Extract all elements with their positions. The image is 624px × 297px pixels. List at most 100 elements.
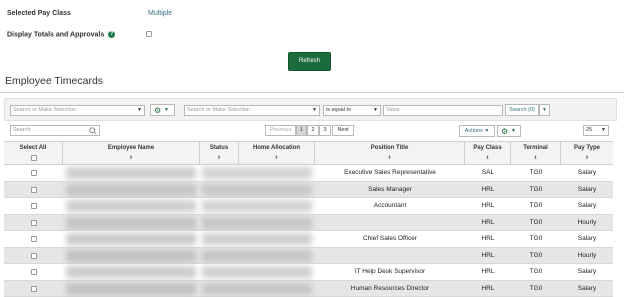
position-title-cell: Executive Sales Representative [344,169,436,176]
position-title-cell: IT Help Desk Supervisor [354,268,426,275]
operator-select[interactable]: is equal to ▼ [323,105,381,116]
pay-class-cell: HRL [481,284,495,292]
pay-type-cell: Salary [577,235,597,242]
pagination-page-2[interactable]: 2 [307,125,319,136]
pagination-page-3[interactable]: 3 [319,125,331,136]
status-allocation-redacted [202,233,312,245]
table-header: Select All Employee Name ⬍ Status ⬍ Home… [4,141,613,166]
header-home-allocation[interactable]: Home Allocation ⬍ [239,142,315,166]
pay-class-cell: HRL [481,268,495,275]
pay-type-cell: Hourly [577,251,597,259]
employee-name-redacted [66,266,196,278]
pay-class-value[interactable]: Multiple [148,10,172,17]
operator-value: is equal to [326,107,352,113]
field-placeholder: Search or Make Selection [187,107,250,113]
filter-bar: Search or Make Selection ▼ ⚙ ▼ Search or… [4,98,617,121]
table-row[interactable]: Accountant HRL TG0 Salary [4,198,613,215]
status-allocation-redacted [202,216,312,229]
table-settings-button[interactable]: ⚙ ▼ [497,125,521,137]
value-input[interactable]: Value [383,105,503,116]
header-employee-name[interactable]: Employee Name ⬍ [63,142,200,166]
sort-icon: ⬍ [128,155,134,161]
header-pay-type[interactable]: Pay Type ⬍ [561,142,613,166]
row-checkbox[interactable] [31,170,37,176]
position-title-cell: Accountant [373,202,407,209]
header-select-all[interactable]: Select All [4,142,63,166]
pay-type-cell: Salary [577,202,597,209]
sort-icon: ⬍ [485,155,490,161]
pagination-page-1[interactable]: 1 [296,125,307,136]
position-title-cell [315,248,465,264]
header-label: Terminal [523,145,548,151]
header-pay-class[interactable]: Pay Class ⬍ [465,142,511,166]
status-allocation-redacted [202,249,312,262]
pay-class-cell: HRL [481,235,495,242]
section-title: Employee Timecards [5,75,104,87]
gear-icon: ⚙ [154,106,162,115]
row-checkbox[interactable] [31,186,37,193]
row-checkbox[interactable] [31,219,37,226]
pagination-previous[interactable]: Previous [265,125,296,136]
actions-label: Actions [464,128,483,134]
row-checkbox[interactable] [31,236,37,242]
page-size-select[interactable]: 25 ▼ [583,125,609,136]
pay-class-cell: HRL [481,251,495,259]
field-select[interactable]: Search or Make Selection ▼ [184,105,320,116]
help-icon[interactable]: ? [108,31,116,38]
display-totals-checkbox[interactable] [146,31,152,37]
search-button[interactable]: Search (0) [505,104,539,116]
header-label: Select All [19,145,47,151]
refresh-button[interactable]: Refresh [288,52,331,71]
terminal-cell: TG0 [529,284,543,292]
sort-icon: ⬍ [584,155,590,161]
table-row[interactable]: HRL TG0 Hourly [4,247,613,264]
display-totals-label: Display Totals and Approvals ? [7,31,116,39]
pay-type-cell: Salary [577,169,597,176]
display-totals-text: Display Totals and Approvals [7,31,105,39]
position-title-cell: Human Resources Director [350,284,430,292]
saved-search-placeholder: Search or Make Selection [13,107,76,113]
chevron-down-icon: ▼ [484,128,490,134]
chevron-down-icon: ▼ [164,107,169,113]
search-icon [89,127,97,135]
pay-type-cell: Salary [577,268,597,275]
header-position-title[interactable]: Position Title ⬍ [315,142,465,166]
chevron-down-icon: ▼ [373,107,378,113]
table-row[interactable]: HRL TG0 Hourly [4,214,613,231]
terminal-cell: TG0 [529,202,543,209]
header-label: Status [209,145,229,151]
position-title-cell: Chief Sales Officer [362,235,418,242]
position-title-cell: Sales Manager [368,185,412,193]
header-label: Home Allocation [252,145,301,151]
row-checkbox[interactable] [31,203,37,209]
status-allocation-redacted [202,200,312,212]
filter-settings-button[interactable]: ⚙ ▼ [150,104,175,116]
actions-button[interactable]: Actions ▼ [459,125,495,137]
pagination-next[interactable]: Next [332,125,354,136]
terminal-cell: TG0 [529,251,543,259]
select-all-checkbox[interactable] [31,155,37,161]
table-row[interactable]: Chief Sales Officer HRL TG0 Salary [4,231,613,248]
row-checkbox[interactable] [31,269,37,275]
terminal-cell: TG0 [529,268,543,275]
row-checkbox[interactable] [31,285,37,292]
search-options-button[interactable]: ▼ [539,104,550,116]
table-search-input[interactable]: Search [10,125,100,136]
pay-class-cell: HRL [481,185,495,193]
table-row[interactable]: Sales Manager HRL TG0 Salary [4,181,613,198]
position-title-cell [315,215,465,231]
header-terminal[interactable]: Terminal ⬍ [511,142,561,166]
header-label: Position Title [370,145,409,151]
header-status[interactable]: Status ⬍ [200,142,239,166]
table-row[interactable]: Human Resources Director HRL TG0 Salary [4,280,613,297]
employee-name-redacted [66,183,196,196]
table-row[interactable]: Executive Sales Representative SAL TG0 S… [4,165,613,182]
saved-search-select[interactable]: Search or Make Selection ▼ [10,105,145,116]
row-checkbox[interactable] [31,252,37,259]
chevron-down-icon: ▼ [542,107,547,113]
chevron-down-icon: ▼ [312,107,317,113]
table-row[interactable]: IT Help Desk Supervisor HRL TG0 Salary [4,264,613,281]
employee-name-redacted [66,282,196,295]
employee-name-redacted [66,249,196,262]
pay-class-label: Selected Pay Class [7,10,71,17]
